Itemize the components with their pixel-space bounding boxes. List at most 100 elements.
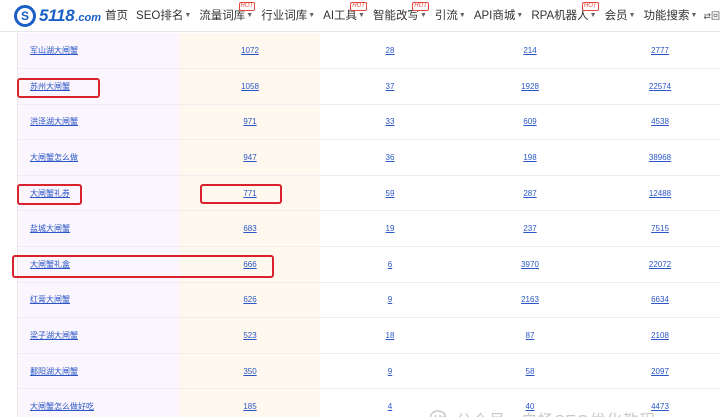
metric-link[interactable]: 18 bbox=[386, 331, 395, 340]
keyword-link[interactable]: 盐城大闸蟹 bbox=[30, 224, 70, 233]
metric-link[interactable]: 947 bbox=[243, 153, 256, 162]
metric-cell: 22574 bbox=[600, 68, 720, 105]
metric-cell: 350 bbox=[180, 353, 320, 390]
metric-cell: 38968 bbox=[600, 139, 720, 176]
watermark-text: 公众号 · 白杨SEO优化教程 bbox=[456, 407, 656, 417]
keyword-link[interactable]: 军山湖大闸蟹 bbox=[30, 46, 78, 55]
metric-cell: 6634 bbox=[600, 282, 720, 319]
metric-link[interactable]: 2108 bbox=[651, 331, 669, 340]
keyword-link[interactable]: 梁子湖大闸蟹 bbox=[30, 331, 78, 340]
metric-cell: 2097 bbox=[600, 353, 720, 390]
keyword-table: 军山湖大闸蟹 1072 28 214 2777 苏州大闸蟹 1058 37 1928 22574 洪… bbox=[18, 33, 720, 417]
metric-link[interactable]: 971 bbox=[243, 117, 256, 126]
metric-link[interactable]: 33 bbox=[386, 117, 395, 126]
metric-link[interactable]: 2777 bbox=[651, 46, 669, 55]
metric-link[interactable]: 350 bbox=[243, 367, 256, 376]
table-row: 苏州大闸蟹 1058 37 1928 22574 bbox=[18, 68, 720, 105]
metric-link[interactable]: 771 bbox=[243, 189, 256, 198]
metric-link[interactable]: 58 bbox=[526, 367, 535, 376]
metric-link[interactable]: 185 bbox=[243, 402, 256, 411]
chevron-down-icon: ▼ bbox=[628, 11, 636, 19]
metric-link[interactable]: 237 bbox=[523, 224, 536, 233]
metric-link[interactable]: 198 bbox=[523, 153, 536, 162]
table-row: 大闸蟹礼盒 666 6 3970 22072 bbox=[18, 246, 720, 283]
old-version-link[interactable]: ⇄ 回旧版 bbox=[703, 0, 720, 32]
metric-link[interactable]: 2097 bbox=[651, 367, 669, 376]
keyword-link[interactable]: 大闸蟹怎么做 bbox=[30, 153, 78, 162]
nav-item-0[interactable]: 首页 bbox=[101, 0, 132, 32]
nav-item-6[interactable]: 引流 ▼ bbox=[431, 0, 470, 32]
metric-link[interactable]: 4538 bbox=[651, 117, 669, 126]
metric-cell: 214 bbox=[460, 33, 600, 70]
logo-domain: .com bbox=[75, 11, 102, 24]
keyword-link[interactable]: 大闸蟹礼券 bbox=[30, 189, 70, 198]
metric-cell: 33 bbox=[320, 104, 460, 141]
metric-link[interactable]: 12488 bbox=[649, 189, 671, 198]
nav-item-4[interactable]: AI工具 ▼ HOT bbox=[319, 0, 369, 32]
metric-link[interactable]: 609 bbox=[523, 117, 536, 126]
metric-link[interactable]: 28 bbox=[386, 46, 395, 55]
table-row: 红膏大闸蟹 626 9 2163 6634 bbox=[18, 282, 720, 319]
chevron-down-icon: ▼ bbox=[184, 11, 192, 19]
metric-cell: 237 bbox=[460, 210, 600, 248]
keyword-link[interactable]: 洪泽湖大闸蟹 bbox=[30, 117, 78, 126]
wechat-icon bbox=[429, 410, 450, 417]
metric-link[interactable]: 9 bbox=[388, 295, 392, 304]
nav-item-9[interactable]: 会员 ▼ bbox=[601, 0, 640, 32]
metric-cell: 36 bbox=[320, 139, 460, 176]
metric-link[interactable]: 59 bbox=[386, 189, 395, 198]
keyword-link[interactable]: 大闸蟹怎么做好吃 bbox=[30, 402, 94, 411]
metric-link[interactable]: 22574 bbox=[649, 82, 671, 91]
site-logo[interactable]: S 5118 .com bbox=[0, 0, 101, 32]
metric-cell: 19 bbox=[320, 210, 460, 248]
nav-item-2[interactable]: 流量词库 ▼ HOT bbox=[195, 0, 257, 32]
metric-link[interactable]: 2163 bbox=[521, 295, 539, 304]
main-menu: 首页 SEO排名 ▼ 流量词库 ▼ HOT 行业词库 ▼ AI工具 ▼ HOT 智能改写 ▼ HOT 引流 ▼… bbox=[101, 0, 701, 32]
metric-link[interactable]: 37 bbox=[386, 82, 395, 91]
metric-link[interactable]: 6 bbox=[388, 260, 392, 269]
nav-item-5[interactable]: 智能改写 ▼ HOT bbox=[369, 0, 431, 32]
keyword-link[interactable]: 大闸蟹礼盒 bbox=[30, 260, 70, 269]
metric-link[interactable]: 4 bbox=[388, 402, 392, 411]
keyword-link[interactable]: 红膏大闸蟹 bbox=[30, 295, 70, 304]
nav-item-8[interactable]: RPA机器人 ▼ HOT bbox=[527, 0, 600, 32]
metric-link[interactable]: 683 bbox=[243, 224, 256, 233]
metric-cell: 7515 bbox=[600, 210, 720, 248]
keyword-link[interactable]: 鄱阳湖大闸蟹 bbox=[30, 367, 78, 376]
metric-link[interactable]: 1072 bbox=[241, 46, 259, 55]
metric-link[interactable]: 626 bbox=[243, 295, 256, 304]
metric-link[interactable]: 22072 bbox=[649, 260, 671, 269]
metric-link[interactable]: 3970 bbox=[521, 260, 539, 269]
metric-link[interactable]: 6634 bbox=[651, 295, 669, 304]
metric-link[interactable]: 287 bbox=[523, 189, 536, 198]
nav-item-label: 引流 bbox=[434, 9, 458, 22]
metric-cell: 37 bbox=[320, 68, 460, 105]
metric-link[interactable]: 523 bbox=[243, 331, 256, 340]
metric-link[interactable]: 9 bbox=[388, 367, 392, 376]
nav-item-1[interactable]: SEO排名 ▼ bbox=[132, 0, 195, 32]
metric-cell: 87 bbox=[460, 317, 600, 354]
metric-link[interactable]: 19 bbox=[386, 224, 395, 233]
metric-cell: 9 bbox=[320, 353, 460, 390]
metric-link[interactable]: 7515 bbox=[651, 224, 669, 233]
metric-cell: 523 bbox=[180, 317, 320, 354]
nav-item-10[interactable]: 功能搜索 ▼ bbox=[640, 0, 702, 32]
metric-link[interactable]: 214 bbox=[523, 46, 536, 55]
metric-link[interactable]: 87 bbox=[526, 331, 535, 340]
metric-cell: 666 bbox=[180, 246, 320, 283]
nav-item-7[interactable]: API商城 ▼ bbox=[470, 0, 527, 32]
metric-link[interactable]: 36 bbox=[386, 153, 395, 162]
table-row: 大闸蟹怎么做 947 36 198 38968 bbox=[18, 139, 720, 176]
metric-cell: 3970 bbox=[460, 246, 600, 283]
nav-item-3[interactable]: 行业词库 ▼ bbox=[257, 0, 319, 32]
hot-badge: HOT bbox=[581, 1, 599, 11]
keyword-link[interactable]: 苏州大闸蟹 bbox=[30, 82, 70, 91]
chevron-down-icon: ▼ bbox=[458, 11, 466, 19]
metric-link[interactable]: 38968 bbox=[649, 153, 671, 162]
metric-cell: 198 bbox=[460, 139, 600, 176]
metric-cell: 2163 bbox=[460, 282, 600, 319]
metric-link[interactable]: 1928 bbox=[521, 82, 539, 91]
metric-link[interactable]: 666 bbox=[243, 260, 256, 269]
hot-badge: HOT bbox=[412, 1, 429, 11]
metric-link[interactable]: 1058 bbox=[241, 82, 259, 91]
